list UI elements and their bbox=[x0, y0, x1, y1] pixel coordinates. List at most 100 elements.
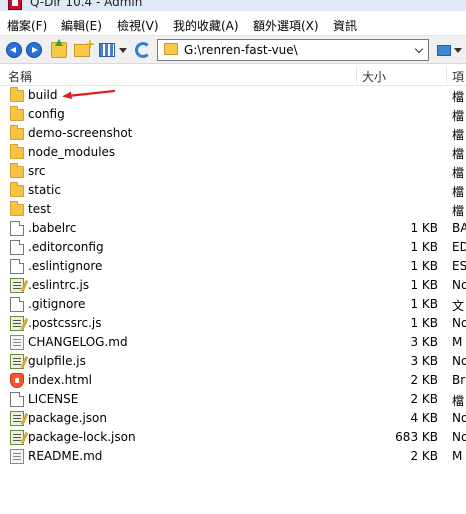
file-name[interactable]: .editorconfig bbox=[28, 240, 104, 254]
folder-icon bbox=[10, 106, 24, 121]
file-list: build 檔 config 檔 demo-screenshot 檔 node_module… bbox=[0, 86, 466, 514]
file-name[interactable]: config bbox=[28, 107, 65, 121]
file-name[interactable]: README.md bbox=[28, 449, 102, 463]
file-row[interactable]: gulpfile.js 3 KB No bbox=[0, 352, 466, 371]
folder-icon bbox=[10, 125, 24, 140]
menu-edit[interactable]: 編輯(E) bbox=[61, 17, 102, 34]
menu-view[interactable]: 檢視(V) bbox=[117, 17, 159, 34]
menu-info[interactable]: 資訊 bbox=[333, 17, 357, 34]
file-name[interactable]: static bbox=[28, 183, 61, 197]
file-type: No bbox=[452, 278, 466, 292]
file-row[interactable]: test 檔 bbox=[0, 200, 466, 219]
folder-icon bbox=[10, 144, 24, 159]
file-name[interactable]: demo-screenshot bbox=[28, 126, 132, 140]
file-size: 1 KB bbox=[410, 240, 438, 254]
column-divider[interactable] bbox=[446, 66, 447, 84]
file-name[interactable]: .eslintrc.js bbox=[28, 278, 89, 292]
file-row[interactable]: .gitignore 1 KB 文 bbox=[0, 295, 466, 314]
file-name[interactable]: src bbox=[28, 164, 46, 178]
file-row[interactable]: README.md 2 KB M bbox=[0, 447, 466, 466]
address-dropdown-button[interactable] bbox=[410, 40, 428, 60]
file-row[interactable]: demo-screenshot 檔 bbox=[0, 124, 466, 143]
brave-icon bbox=[10, 373, 24, 388]
file-row[interactable]: .postcssrc.js 1 KB No bbox=[0, 314, 466, 333]
new-folder-icon bbox=[74, 37, 95, 57]
file-size: 3 KB bbox=[410, 335, 438, 349]
file-name[interactable]: package.json bbox=[28, 411, 107, 425]
menu-favorites[interactable]: 我的收藏(A) bbox=[173, 17, 239, 34]
address-path[interactable]: G:\renren-fast-vue\ bbox=[184, 43, 298, 57]
toolbar: G:\renren-fast-vue\ bbox=[0, 36, 466, 64]
file-type: ED bbox=[452, 240, 466, 254]
file-row[interactable]: node_modules 檔 bbox=[0, 143, 466, 162]
app-icon[interactable] bbox=[8, 0, 22, 10]
file-size: 1 KB bbox=[410, 316, 438, 330]
view-mode-button[interactable] bbox=[98, 40, 116, 60]
file-row[interactable]: .editorconfig 1 KB ED bbox=[0, 238, 466, 257]
file-icon bbox=[10, 297, 24, 312]
menu-extras[interactable]: 額外選項(X) bbox=[253, 17, 319, 34]
column-size[interactable]: 大小 bbox=[362, 68, 386, 85]
file-type: 檔 bbox=[452, 166, 465, 180]
chevron-down-icon bbox=[454, 47, 462, 53]
file-row[interactable]: package.json 4 KB No bbox=[0, 409, 466, 428]
file-type: M bbox=[452, 335, 463, 349]
address-bar[interactable]: G:\renren-fast-vue\ bbox=[157, 39, 429, 61]
arrow-head bbox=[62, 91, 72, 99]
file-name[interactable]: build bbox=[28, 88, 58, 102]
file-size: 2 KB bbox=[410, 449, 438, 463]
new-folder-button[interactable] bbox=[72, 37, 95, 60]
file-row[interactable]: LICENSE 2 KB 檔 bbox=[0, 390, 466, 409]
file-row[interactable]: .babelrc 1 KB BA bbox=[0, 219, 466, 238]
file-size: 1 KB bbox=[410, 221, 438, 235]
file-name[interactable]: index.html bbox=[28, 373, 92, 387]
file-row[interactable]: index.html 2 KB Bra bbox=[0, 371, 466, 390]
back-icon bbox=[6, 42, 22, 58]
column-divider[interactable] bbox=[356, 66, 357, 84]
file-row[interactable]: config 檔 bbox=[0, 105, 466, 124]
forward-button[interactable] bbox=[25, 40, 43, 60]
file-type: 檔 bbox=[452, 185, 465, 199]
file-name[interactable]: .eslintignore bbox=[28, 259, 102, 273]
document-icon bbox=[10, 449, 24, 464]
back-button[interactable] bbox=[5, 40, 23, 60]
document-icon bbox=[10, 335, 24, 350]
view-mode-dropdown[interactable] bbox=[118, 40, 128, 60]
file-row[interactable]: package-lock.json 683 KB No bbox=[0, 428, 466, 447]
refresh-button[interactable] bbox=[134, 40, 152, 60]
file-size: 2 KB bbox=[410, 392, 438, 406]
menu-file[interactable]: 檔案(F) bbox=[7, 17, 47, 34]
column-type[interactable]: 項 bbox=[452, 68, 466, 85]
file-type: No bbox=[452, 411, 466, 425]
file-name[interactable]: .babelrc bbox=[28, 221, 76, 235]
monitor-icon bbox=[437, 44, 451, 56]
file-type: ES bbox=[452, 259, 466, 273]
forward-icon bbox=[26, 42, 42, 58]
file-type: BA bbox=[452, 221, 466, 235]
column-name[interactable]: 名稱 bbox=[8, 68, 32, 85]
file-name[interactable]: CHANGELOG.md bbox=[28, 335, 128, 349]
file-row[interactable]: static 檔 bbox=[0, 181, 466, 200]
file-name[interactable]: test bbox=[28, 202, 51, 216]
layout-button[interactable] bbox=[437, 40, 466, 60]
file-name[interactable]: .gitignore bbox=[28, 297, 85, 311]
file-name[interactable]: gulpfile.js bbox=[28, 354, 86, 368]
title-bar: Q-Dir 10.4 - Admin bbox=[0, 0, 466, 11]
file-name[interactable]: .postcssrc.js bbox=[28, 316, 102, 330]
file-name[interactable]: package-lock.json bbox=[28, 430, 136, 444]
file-name[interactable]: LICENSE bbox=[28, 392, 78, 406]
file-type: No bbox=[452, 430, 466, 444]
file-row[interactable]: .eslintignore 1 KB ES bbox=[0, 257, 466, 276]
up-folder-button[interactable] bbox=[50, 39, 68, 60]
folder-icon bbox=[10, 87, 24, 102]
refresh-icon bbox=[135, 42, 151, 58]
file-row[interactable]: src 檔 bbox=[0, 162, 466, 181]
file-icon bbox=[10, 392, 24, 407]
file-row[interactable]: CHANGELOG.md 3 KB M bbox=[0, 333, 466, 352]
notepad-icon bbox=[10, 316, 24, 331]
file-type: 檔 bbox=[452, 394, 465, 408]
file-icon bbox=[10, 221, 24, 236]
file-row[interactable]: .eslintrc.js 1 KB No bbox=[0, 276, 466, 295]
file-name[interactable]: node_modules bbox=[28, 145, 115, 159]
menu-bar: 檔案(F) 編輯(E) 檢視(V) 我的收藏(A) 額外選項(X) 資訊 bbox=[0, 11, 466, 36]
